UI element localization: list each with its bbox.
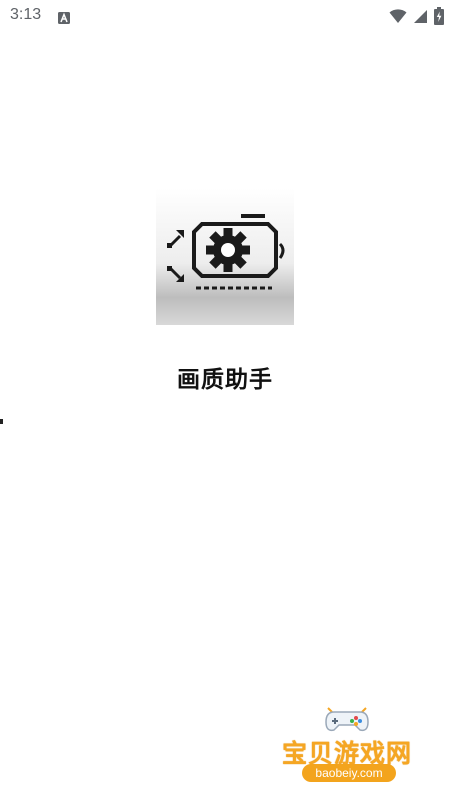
- gpu-settings-icon: [156, 188, 294, 325]
- wifi-icon: [389, 8, 407, 24]
- status-time: 3:13: [10, 6, 42, 23]
- status-icons: [389, 6, 444, 26]
- android-a-icon: [58, 9, 70, 24]
- battery-icon: [434, 7, 444, 25]
- status-bar: 3:13: [0, 0, 450, 32]
- watermark-url: baobeiy.com: [302, 764, 396, 782]
- gamepad-icon: [322, 702, 372, 734]
- cell-signal-icon: [413, 9, 428, 24]
- watermark: 宝贝游戏网 baobeiy.com: [272, 700, 422, 792]
- edge-marker: [0, 419, 3, 424]
- app-name: 画质助手: [177, 367, 273, 393]
